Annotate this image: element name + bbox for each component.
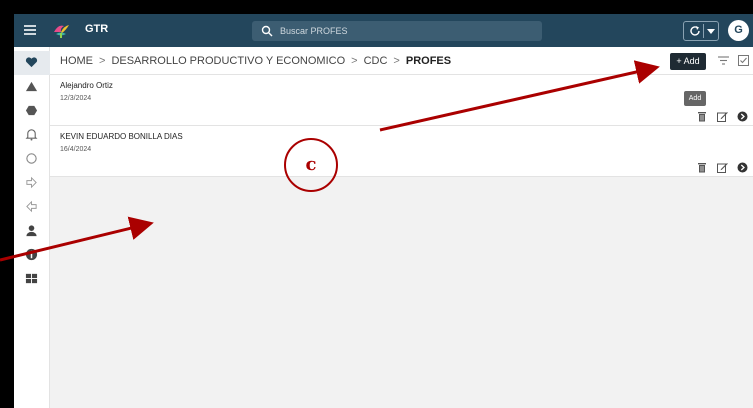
- breadcrumb-bar: HOME > DESARROLLO PRODUCTIVO Y ECONOMICO > C…: [50, 47, 753, 75]
- person-icon: [26, 225, 37, 237]
- arrow-left-icon: [26, 200, 37, 213]
- hamburger-menu-icon[interactable]: [24, 25, 36, 35]
- chevron-down-icon[interactable]: [707, 29, 715, 34]
- sidebar-item-favorites[interactable]: [14, 51, 50, 75]
- edit-icon[interactable]: [717, 109, 728, 127]
- info-icon: [25, 248, 38, 261]
- search-icon: [261, 25, 273, 37]
- sidebar-item-hexagon[interactable]: [14, 99, 50, 123]
- sidebar-item-user[interactable]: [14, 219, 50, 243]
- sidebar-item-grid[interactable]: [14, 267, 50, 291]
- hexagon-icon: [25, 105, 38, 116]
- record-name: Alejandro Ortiz: [60, 81, 113, 90]
- sidebar-item-notifications[interactable]: [14, 123, 50, 147]
- select-all-checkbox-icon[interactable]: [738, 55, 749, 66]
- annotation-label: c: [284, 138, 338, 192]
- filter-icon[interactable]: [718, 56, 729, 65]
- record-date: 12/3/2024: [60, 95, 92, 102]
- record-date: 16/4/2024: [60, 146, 92, 153]
- chevron-right-circle-icon[interactable]: [737, 160, 748, 178]
- sidebar-item-forward[interactable]: [14, 171, 50, 195]
- sync-icon: [690, 26, 700, 36]
- list-item[interactable]: Alejandro Ortiz 12/3/2024: [50, 75, 753, 126]
- triangle-icon: [25, 81, 38, 92]
- heart-icon: [25, 57, 38, 68]
- add-button[interactable]: + Add: [670, 53, 706, 70]
- circle-icon: [26, 153, 37, 164]
- breadcrumb-separator: >: [393, 55, 400, 67]
- list-item[interactable]: KEVIN EDUARDO BONILLA DIAS 16/4/2024: [50, 126, 753, 177]
- search-input[interactable]: [280, 23, 535, 39]
- breadcrumb-item-current: PROFES: [405, 55, 452, 67]
- button-divider: [703, 24, 704, 38]
- bell-icon: [25, 129, 38, 141]
- search-box[interactable]: [252, 21, 542, 41]
- breadcrumb: HOME > DESARROLLO PRODUCTIVO Y ECONOMICO > C…: [60, 55, 451, 67]
- sidebar: [14, 47, 50, 408]
- app-window: GTR G: [14, 14, 753, 408]
- sidebar-item-info[interactable]: [14, 243, 50, 267]
- row-actions: [697, 160, 753, 173]
- breadcrumb-item-home[interactable]: HOME: [60, 55, 93, 67]
- app-logo-icon: [54, 25, 69, 38]
- add-tooltip: Add: [684, 91, 706, 106]
- breadcrumb-item-desarrollo[interactable]: DESARROLLO PRODUCTIVO Y ECONOMICO: [111, 55, 345, 67]
- breadcrumb-separator: >: [351, 55, 358, 67]
- sidebar-item-circle[interactable]: [14, 147, 50, 171]
- row-actions: [697, 109, 753, 122]
- sidebar-item-triangle[interactable]: [14, 75, 50, 99]
- trash-icon[interactable]: [697, 160, 707, 178]
- breadcrumb-separator: >: [99, 55, 106, 67]
- sync-dropdown-button[interactable]: [683, 21, 719, 41]
- record-name: KEVIN EDUARDO BONILLA DIAS: [60, 132, 183, 141]
- records-list: Alejandro Ortiz 12/3/2024 KEVIN EDUARDO …: [50, 75, 753, 177]
- arrow-right-icon: [26, 176, 37, 189]
- top-bar: GTR G: [14, 14, 753, 47]
- trash-icon[interactable]: [697, 109, 707, 127]
- app-title: GTR: [85, 23, 109, 35]
- grid-icon: [25, 273, 38, 284]
- edit-icon[interactable]: [717, 160, 728, 178]
- chevron-right-circle-icon[interactable]: [737, 109, 748, 127]
- breadcrumb-item-cdc[interactable]: CDC: [364, 55, 388, 67]
- user-avatar[interactable]: G: [728, 20, 749, 41]
- main-content: HOME > DESARROLLO PRODUCTIVO Y ECONOMICO > C…: [50, 47, 753, 408]
- sidebar-item-back[interactable]: [14, 195, 50, 219]
